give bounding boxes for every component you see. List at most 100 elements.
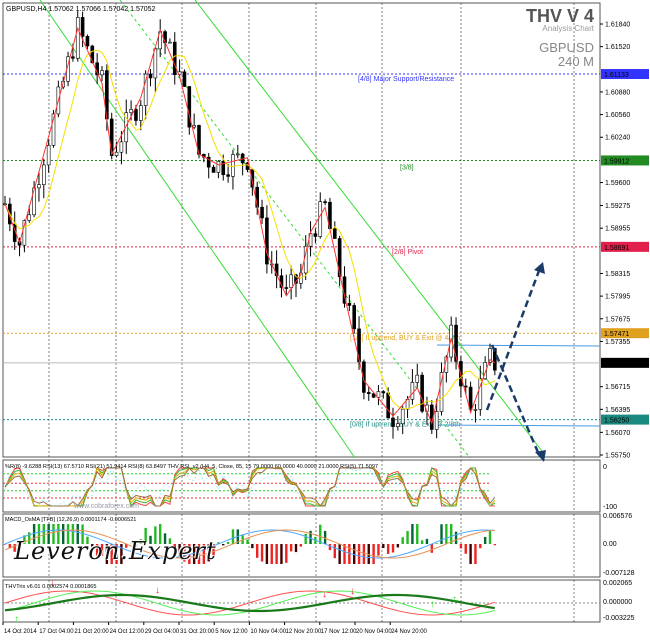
candle <box>415 374 420 383</box>
candle <box>182 71 187 87</box>
price-tick-label: 1.59275 <box>605 203 630 210</box>
macd-histogram-bar <box>440 524 443 544</box>
candle <box>148 73 153 79</box>
macd-histogram-bar <box>357 544 361 564</box>
brand-subtitle: Analysis Chart <box>542 24 594 33</box>
level-price-tag-label: 1.57471 <box>604 331 629 338</box>
price-tick-label: 1.58315 <box>605 271 630 278</box>
macd-histogram-bar <box>372 544 375 564</box>
macd-axis-label: -0.007128 <box>603 570 635 577</box>
macd-histogram-bar <box>479 544 482 549</box>
brand-symbol: GBPUSD <box>539 40 594 55</box>
trix-axis-label: 0.000000 <box>603 599 632 606</box>
price-tick-label: 1.57995 <box>605 294 630 301</box>
price-tick-label: 1.60560 <box>605 112 630 119</box>
level-price-tag-label: 1.56250 <box>604 418 629 425</box>
buy-arrow-icon: ↑ <box>452 594 457 605</box>
candle <box>192 125 196 128</box>
macd-histogram-bar <box>328 544 332 551</box>
candle <box>211 166 216 173</box>
time-axis-label: 29 Oct 04:00 <box>145 629 180 635</box>
candle <box>410 382 415 400</box>
macd-axis-label: 0.00 <box>603 541 617 548</box>
rsi-panel-title: %R(8) -9.6288 RSI(13) 67.5710 RSI(21) 51… <box>5 464 378 470</box>
macd-histogram-bar <box>294 544 298 553</box>
candle <box>114 151 119 156</box>
time-axis-label: 21 Oct 20:00 <box>74 629 109 635</box>
trix-axis-label: 0.002065 <box>603 580 632 587</box>
macd-histogram-bar <box>285 544 288 563</box>
candle <box>172 41 177 75</box>
candle <box>396 423 400 427</box>
candle <box>85 36 90 47</box>
macd-histogram-bar <box>265 544 269 564</box>
symbol-info: GBPUSD,H4 1.57062 1.57066 1.57042 1.5705… <box>6 6 156 13</box>
candle <box>216 161 221 173</box>
macd-histogram-bar <box>304 533 307 544</box>
macd-histogram-bar <box>420 540 424 544</box>
candle <box>468 386 473 410</box>
macd-histogram-bar <box>348 544 351 564</box>
macd-histogram-bar <box>362 544 366 564</box>
macd-histogram-bar <box>260 544 264 562</box>
macd-histogram-bar <box>445 524 448 544</box>
candle <box>75 17 80 59</box>
price-tick-label: 1.56395 <box>605 407 630 414</box>
current-price-label: 1.57052 <box>604 361 629 368</box>
candle <box>153 48 158 79</box>
candle <box>71 56 75 59</box>
price-tick-label: 1.57355 <box>605 339 630 346</box>
macd-histogram-bar <box>391 544 395 553</box>
price-tick-label: 1.55750 <box>605 452 630 459</box>
level-price-tag-label: 1.61133 <box>604 72 629 79</box>
time-axis-label: 14 Oct 2014 <box>4 629 37 635</box>
macd-histogram-bar <box>251 544 254 549</box>
candle <box>46 145 51 166</box>
macd-histogram-bar <box>280 544 283 564</box>
candle <box>265 217 269 265</box>
macd-histogram-bar <box>411 524 414 544</box>
time-axis-label: 17 Nov 12:00 <box>321 629 357 635</box>
macd-histogram-bar <box>338 544 341 564</box>
macd-histogram-bar <box>231 529 235 544</box>
macd-axis-label: 0.006576 <box>603 513 632 520</box>
macd-histogram-bar <box>256 544 259 558</box>
price-tick-label: 1.57675 <box>605 316 630 323</box>
level-price-tag-label: 1.59912 <box>604 158 629 165</box>
macd-histogram-bar <box>396 544 400 548</box>
candle <box>400 408 405 425</box>
macd-histogram-bar <box>275 544 278 564</box>
buy-arrow-icon: ↑ <box>483 601 488 612</box>
leveron-logo: Leveron.Expert <box>14 537 217 565</box>
candle <box>386 392 390 419</box>
macd-histogram-bar <box>430 544 433 553</box>
candle <box>41 164 46 185</box>
macd-panel-title: MACD_OsMA [TFB] (12,26,9) 0.0001174 -0.0… <box>5 517 136 523</box>
price-tick-label: 1.60240 <box>605 135 630 142</box>
macd-histogram-bar <box>450 524 453 544</box>
candle <box>226 174 230 177</box>
level-label: [1/8] If uptrend, BUY & Exit @ 4/8th <box>350 335 460 342</box>
time-axis-label: 31 Oct 20:00 <box>180 629 215 635</box>
sell-arrow-icon: ↓ <box>350 586 355 597</box>
macd-histogram-bar <box>222 544 225 546</box>
level-label: [4/8] Major Support/Resistance <box>358 76 454 83</box>
candle <box>284 287 289 289</box>
candle <box>318 201 323 237</box>
rsi-axis-bottom: -100 <box>603 504 617 511</box>
macd-histogram-bar <box>246 539 249 544</box>
trix-axis-label: -0.003225 <box>603 615 635 622</box>
macd-histogram-bar <box>289 544 293 552</box>
macd-histogram-bar <box>416 524 419 544</box>
time-axis-label: 5 Nov 12:00 <box>215 629 248 635</box>
level-label: [2/8] Pivot <box>392 249 423 256</box>
macd-histogram-bar <box>386 544 390 554</box>
macd-histogram-bar <box>459 544 463 549</box>
macd-histogram-bar <box>425 538 429 544</box>
time-axis-label: 20 Nov 04:00 <box>356 629 392 635</box>
candle <box>119 141 124 153</box>
rsi-axis-top: 0 <box>603 464 607 471</box>
time-axis-label: 10 Nov 04:00 <box>250 629 286 635</box>
candle <box>80 17 85 37</box>
macd-histogram-bar <box>333 544 336 559</box>
